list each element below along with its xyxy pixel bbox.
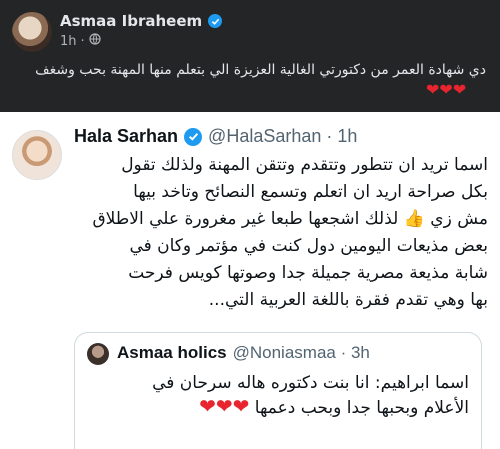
quoted-line: اسما ابراهيم: انا بنت دكتوره هاله سرحان … [152,373,469,393]
quoted-handle: @Noniasmaa · 3h [232,343,370,362]
globe-icon [89,33,101,49]
tweet-body: اسما تريد ان تتطور وتتقدم وتتقن المهنة و… [74,152,488,314]
thumbs-up-icon: 👍 [403,209,425,229]
quoted-body: اسما ابراهيم: انا بنت دكتوره هاله سرحان … [89,371,469,421]
quoted-tweet[interactable]: Asmaa holics @Noniasmaa · 3h اسما ابراهي… [74,332,482,449]
verified-badge-icon [208,14,223,28]
tweet-line: مش زي 👍 لذلك اشجعها طبعا غير مغرورة علي … [92,209,488,229]
quoted-author-name: Asmaa holics [117,343,227,362]
tweet-line: بها وهي تقدم فقرة باللغة العربية التي... [208,290,488,310]
tweet-screenshot[interactable]: Hala Sarhan @HalaSarhan · 1h اسما تريد ا… [0,112,500,449]
tweet-line: شابة مذيعة مصرية جميلة جدا وصوتها كويس ف… [128,263,488,283]
heart-emoji: ❤❤❤ [199,394,250,418]
post-meta: 1h · [60,33,101,49]
heart-emoji: ❤❤❤ [426,80,467,99]
tweet-line: بكل صراحة اريد ان اتعلم وتسمع النصائح وت… [133,182,488,202]
tweet-line: اسما تريد ان تتطور وتتقدم وتتقن المهنة و… [121,155,488,175]
quoted-line: الأعلام وبحبها جدا وبحب دعمها ❤❤❤ [199,394,469,418]
post-text: دي شهادة العمر من دكتورتي الغالية العزيز… [35,62,486,78]
post-hearts: ❤❤❤ [426,82,466,98]
quoted-avatar [87,343,109,365]
post-time[interactable]: 1h [60,34,77,49]
tweet-header: Hala Sarhan @HalaSarhan · 1h [74,126,357,147]
author-row: Asmaa Ibraheem [60,12,223,30]
tweet-line: بعض مذيعات اليومين دول كنت في مؤتمر وكان… [129,236,488,256]
tweet-handle: @HalaSarhan · 1h [208,126,358,146]
tweet-author-name: Hala Sarhan [74,126,179,146]
tweet-avatar [12,130,62,180]
quoted-header: Asmaa holics @Noniasmaa · 3h [117,343,370,363]
author-name[interactable]: Asmaa Ibraheem [60,12,202,30]
author-avatar[interactable] [12,12,52,52]
verified-badge-icon [184,127,203,146]
